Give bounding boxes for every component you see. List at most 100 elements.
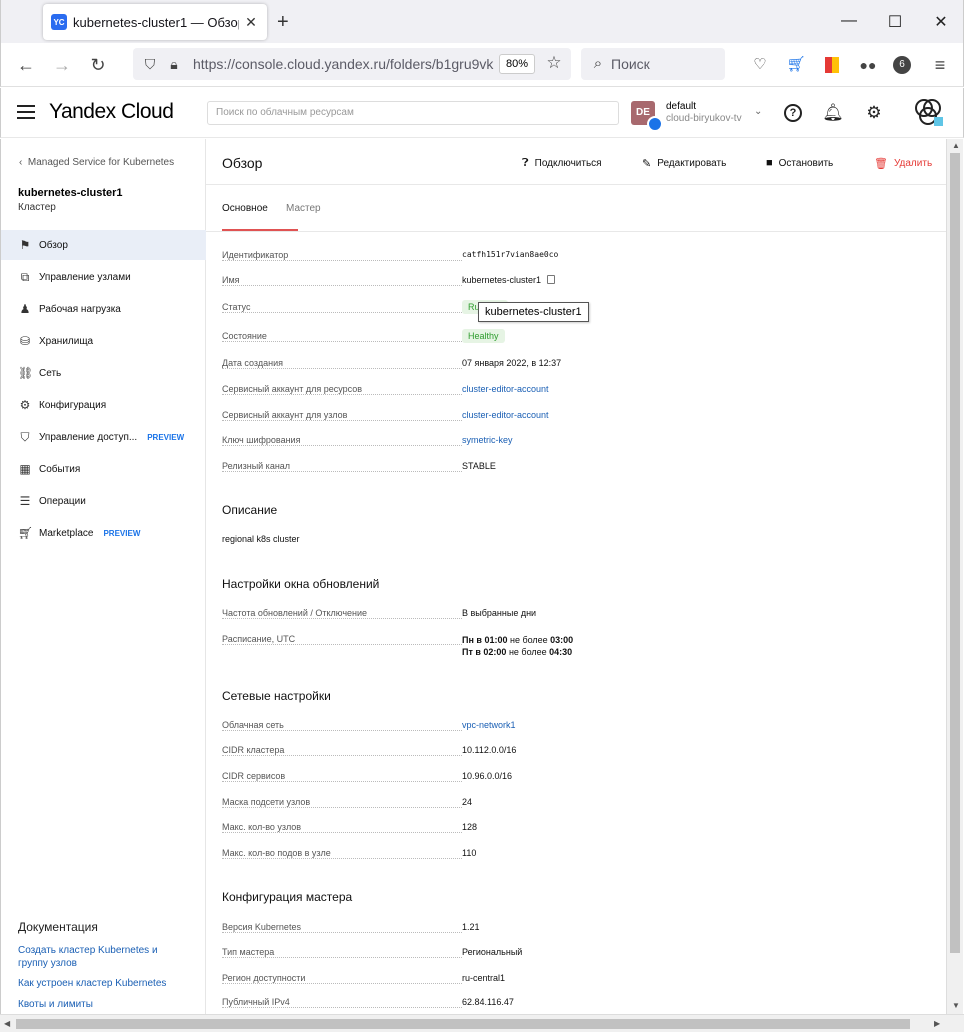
hamburger-menu-icon[interactable] [17, 105, 35, 119]
scroll-up-arrow-icon[interactable]: ▲ [952, 141, 960, 150]
cluster-cidr-value: 10.112.0.0/16 [462, 745, 517, 755]
description-text: regional k8s cluster [222, 534, 300, 544]
browser-search-bar[interactable]: ⌕ Поиск [581, 48, 725, 80]
sidebar-item-label: Сеть [39, 367, 62, 379]
sidebar-item-events[interactable]: ▦ События [1, 454, 206, 484]
yandex-cloud-logo[interactable]: Yandex Cloud [49, 100, 174, 124]
delete-button[interactable]: 🗑︎ Удалить [874, 157, 932, 170]
tabs-divider [206, 231, 946, 232]
name-tooltip: kubernetes-cluster1 [478, 302, 589, 322]
row-label: Публичный IPv4 [222, 997, 292, 1007]
row-label: CIDR кластера [222, 745, 287, 755]
reload-icon[interactable]: ↻ [87, 55, 109, 75]
row-label: Маска подсети узлов [222, 797, 313, 807]
cluster-name-value: kubernetes-cluster1 [462, 275, 542, 285]
account-name[interactable]: default [666, 101, 696, 112]
pocket-icon[interactable]: ♡ [749, 55, 771, 75]
flag-extension-icon[interactable] [821, 55, 843, 75]
edit-button[interactable]: ✎ Редактировать [642, 157, 726, 170]
sidebar-item-operations[interactable]: ☰ Операции [1, 486, 206, 516]
services-circles-icon[interactable] [913, 99, 943, 126]
vertical-scrollbar[interactable]: ▲ ▼ [946, 139, 963, 1014]
row-label: Регион доступности [222, 973, 308, 983]
maximize-icon[interactable]: ☐ [885, 12, 905, 32]
menu-icon[interactable]: ≡ [929, 55, 951, 75]
scroll-left-arrow-icon[interactable]: ◀ [4, 1019, 10, 1028]
sidebar-item-label: Операции [39, 495, 86, 507]
stop-button[interactable]: ■ Остановить [766, 157, 833, 169]
doc-link-cluster-architecture[interactable]: Как устроен кластер Kubernetes [18, 977, 188, 990]
schedule-day-1: Пн в 01:00 [462, 635, 508, 645]
back-arrow-icon[interactable]: ← [15, 55, 37, 75]
flag-icon: ⚑ [19, 238, 31, 252]
vpc-network-link[interactable]: vpc-network1 [462, 720, 516, 730]
horizontal-scrollbar[interactable]: ◀ ▶ [0, 1014, 964, 1032]
description-title: Описание [222, 503, 278, 517]
page-title: Обзор [222, 155, 263, 171]
master-type-value: Региональный [462, 947, 523, 957]
browser-tab[interactable]: YC kubernetes-cluster1 — Обзор | Yandex … [43, 4, 267, 40]
tab-master[interactable]: Мастер [286, 203, 321, 214]
horizontal-scroll-thumb[interactable] [16, 1019, 910, 1029]
preview-badge: PREVIEW [147, 432, 185, 442]
window-close-icon[interactable]: ✕ [931, 12, 951, 32]
extension-count-icon[interactable]: 6 [893, 56, 915, 74]
address-bar[interactable]: ⛉ 🔒︎ https://console.cloud.yandex.ru/fol… [133, 48, 571, 80]
connect-button[interactable]: ❓︎ Подключиться [522, 157, 602, 170]
sidebar-item-network[interactable]: ⛓ Сеть [1, 358, 206, 388]
sidebar-item-access-management[interactable]: ⛉ Управление доступ... PREVIEW [1, 422, 206, 452]
close-tab-icon[interactable]: ✕ [243, 14, 259, 30]
tab-general[interactable]: Основное [222, 203, 268, 214]
main-content: Обзор ❓︎ Подключиться ✎ Редактировать ■ Ост… [206, 139, 946, 1014]
sidebar-item-storage[interactable]: ⛁ Хранилища [1, 326, 206, 356]
sidebar-item-node-management[interactable]: ⧉ Управление узлами [1, 262, 206, 292]
list-check-icon: ☰ [19, 494, 31, 508]
sidebar-item-label: Управление доступ... [39, 431, 138, 443]
release-channel-value: STABLE [462, 461, 496, 471]
bell-icon[interactable]: 🔔︎ [822, 102, 844, 124]
minimize-icon[interactable]: — [839, 12, 859, 30]
doc-link-quotas[interactable]: Квоты и лимиты [18, 998, 188, 1011]
cart-extension-icon[interactable]: 🛒︎ [785, 55, 807, 75]
info-row-service-cidr: CIDR сервисов 10.96.0.0/16 [222, 771, 922, 785]
shield-icon[interactable]: ⛉ [139, 54, 161, 74]
scroll-right-arrow-icon[interactable]: ▶ [934, 1019, 940, 1028]
extension-balls-icon[interactable]: ●● [857, 55, 879, 75]
back-to-service-link[interactable]: ‹ Managed Service for Kubernetes [19, 157, 174, 168]
chevron-left-icon: ‹ [19, 157, 23, 168]
cloud-name[interactable]: cloud-biryukov-tv [666, 113, 742, 124]
new-tab-icon[interactable]: + [277, 12, 289, 32]
header-divider [206, 184, 946, 185]
gear-icon[interactable]: ⚙ [863, 102, 885, 124]
bookmark-star-icon[interactable]: ☆ [543, 53, 565, 73]
copy-icon[interactable] [547, 275, 556, 284]
scroll-down-arrow-icon[interactable]: ▼ [952, 1001, 960, 1010]
doc-link-create-cluster[interactable]: Создать кластер Kubernetes и группу узло… [18, 944, 188, 970]
chevron-down-icon[interactable]: ⌄ [754, 106, 762, 117]
tab-title: kubernetes-cluster1 — Обзор | Yandex Clo… [73, 14, 239, 30]
resource-search-input[interactable]: Поиск по облачным ресурсам [207, 101, 619, 125]
sidebar-item-marketplace[interactable]: 🛒︎ Marketplace PREVIEW [1, 518, 206, 548]
lock-icon[interactable]: 🔒︎ [163, 54, 185, 74]
info-row-node-sa: Сервисный аккаунт для узлов cluster-edit… [222, 410, 922, 424]
sidebar-item-configuration[interactable]: ⚙ Конфигурация [1, 390, 206, 420]
kms-key-link[interactable]: symetric-key [462, 435, 513, 445]
row-label: Сервисный аккаунт для узлов [222, 410, 350, 420]
url-text[interactable]: https://console.cloud.yandex.ru/folders/… [193, 56, 499, 72]
forward-arrow-icon[interactable]: → [51, 55, 73, 75]
node-service-account-link[interactable]: cluster-editor-account [462, 410, 549, 420]
sidebar-item-label: Marketplace [39, 527, 94, 539]
zoom-level-button[interactable]: 80% [499, 54, 536, 74]
info-row-region: Регион доступности ru-central1 [222, 973, 922, 987]
help-icon[interactable]: ? [782, 102, 804, 124]
edit-label: Редактировать [657, 158, 727, 169]
sidebar-item-workload[interactable]: ♟ Рабочая нагрузка [1, 294, 206, 324]
gears-icon: ⚙ [19, 398, 31, 412]
created-value: 07 января 2022, в 12:37 [462, 358, 562, 368]
vertical-scroll-thumb[interactable] [950, 153, 960, 953]
subnet-mask-value: 24 [462, 797, 473, 807]
sidebar: ‹ Managed Service for Kubernetes kuberne… [0, 139, 206, 1014]
sidebar-item-overview[interactable]: ⚑ Обзор [1, 230, 206, 260]
connect-label: Подключиться [534, 158, 602, 169]
resource-service-account-link[interactable]: cluster-editor-account [462, 384, 549, 394]
